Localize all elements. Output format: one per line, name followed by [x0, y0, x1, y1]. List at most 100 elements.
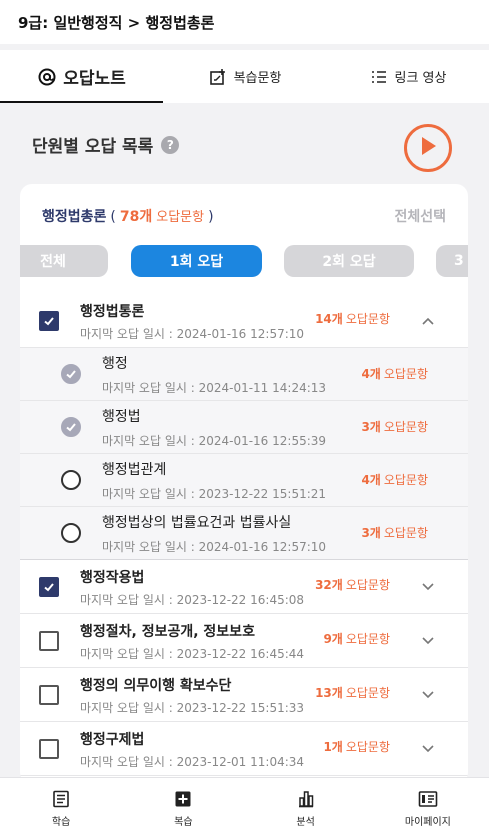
last-wrong-date: 마지막 오답 일시 : 2024-01-16 12:57:10 [102, 540, 327, 554]
unit-row[interactable]: 행정법통론마지막 오답 일시 : 2024-01-16 12:57:10 14개 오… [20, 294, 468, 348]
unit-title: 행정법상의 법률요건과 법률사실 [102, 515, 292, 531]
tab-label: 복습문항 [233, 71, 282, 86]
select-all-button[interactable]: 전체선택 [394, 206, 446, 226]
edit-plus-icon [208, 67, 228, 87]
unit-title: 행정법통론 [80, 304, 145, 320]
unit-row[interactable]: 행정의 의무이행 확보수단 마지막 오답 일시 : 2023-12-22 15:5… [20, 668, 468, 722]
chevron-down-icon[interactable] [418, 577, 438, 597]
total-count: 78개 [119, 209, 153, 225]
wrong-count-suffix: 오답문항 [345, 686, 390, 700]
radio-checked[interactable] [61, 364, 81, 384]
chevron-up-icon[interactable] [418, 311, 438, 331]
nav-analysis[interactable]: 분석 [245, 778, 367, 839]
wrong-count: 32개 오답문항 [315, 576, 390, 593]
wrong-answer-card: 행정법총론 ( 78개 오답문항 ) 전체선택 전체 1회 오답 2회 오답 3… [20, 184, 468, 784]
last-wrong-date: 마지막 오답 일시 : 2024-01-16 12:55:39 [102, 434, 327, 448]
checkbox-checked[interactable] [39, 577, 59, 597]
last-wrong-date: 마지막 오답 일시 : 2023-12-01 11:04:34 [80, 755, 305, 769]
last-wrong-date: 마지막 오답 일시 : 2023-12-22 16:45:44 [80, 647, 305, 661]
section-title-text: 단원별 오답 목록 [32, 137, 154, 157]
wrong-count-suffix: 오답문항 [383, 526, 428, 540]
wrong-count: 4개 오답문항 [361, 365, 428, 382]
nav-review[interactable]: 복습 [122, 778, 244, 839]
unit-list: 행정법통론 마지막 오답 일시 : 2024-01-16 12:57:10 14개 오… [20, 294, 468, 776]
tab-bar: 오답노트 복습문항 링크 영상 [0, 50, 489, 103]
wrong-count-number: 32개 [315, 578, 343, 592]
wrong-count-suffix: 오답문항 [345, 578, 390, 592]
filter-pills: 전체 1회 오답 2회 오답 3 [20, 245, 468, 277]
wrong-count: 1개 오답문항 [323, 738, 390, 755]
nav-mypage[interactable]: 마이페이지 [367, 778, 489, 839]
last-wrong-date: 마지막 오답 일시 : 2024-01-16 12:57:10 [80, 327, 305, 341]
filter-all[interactable]: 전체 [20, 245, 108, 277]
tab-review-questions[interactable]: 복습문항 [163, 50, 326, 103]
wrong-count: 9개 오답문항 [323, 630, 390, 647]
radio-unchecked[interactable] [61, 470, 81, 490]
checkbox-unchecked[interactable] [39, 631, 59, 651]
wrong-count-number: 14개 [315, 312, 343, 326]
book-icon [51, 789, 71, 809]
paren-open: ( [110, 209, 116, 225]
tab-label: 링크 영상 [394, 71, 447, 86]
checkbox-checked[interactable] [39, 311, 59, 331]
tab-label: 오답노트 [63, 69, 126, 89]
wrong-count: 13개 오답문항 [315, 684, 390, 701]
tab-wrong-notes[interactable]: 오답노트 [0, 50, 163, 103]
chevron-down-icon[interactable] [418, 631, 438, 651]
wrong-count: 4개 오답문항 [361, 471, 428, 488]
chevron-down-icon[interactable] [418, 685, 438, 705]
nav-label: 복습 [174, 817, 193, 828]
bottom-nav: 학습 복습 분석 마이페이지 [0, 777, 489, 839]
filter-first-wrong[interactable]: 1회 오답 [131, 245, 262, 277]
card-header: 행정법총론 ( 78개 오답문항 ) [42, 206, 214, 226]
filter-second-wrong[interactable]: 2회 오답 [284, 245, 414, 277]
wrong-count-number: 1개 [323, 740, 343, 754]
unit-title: 행정법 [102, 409, 141, 425]
wrong-count-suffix: 오답문항 [345, 632, 390, 646]
wrong-count: 3개 오답문항 [361, 418, 428, 435]
checkbox-unchecked[interactable] [39, 685, 59, 705]
breadcrumb-text: 9급: 일반행정직 > 행정법총론 [18, 13, 215, 32]
list-icon [369, 67, 389, 87]
nav-label: 학습 [51, 817, 71, 828]
wrong-count-suffix: 오답문항 [345, 740, 390, 754]
plus-box-icon [173, 789, 193, 809]
play-button[interactable] [404, 124, 452, 172]
paren-close: ) [208, 209, 214, 225]
subunit-row[interactable]: 행정 마지막 오답 일시 : 2024-01-11 14:24:13 4개 오답문항 [20, 348, 468, 401]
id-card-icon [418, 789, 438, 809]
chevron-down-icon[interactable] [418, 739, 438, 759]
wrong-count: 3개 오답문항 [361, 524, 428, 541]
wrong-count-number: 9개 [323, 632, 343, 646]
bar-chart-icon [296, 789, 316, 809]
wrong-count-number: 3개 [361, 526, 381, 540]
nav-label: 마이페이지 [404, 817, 451, 828]
wrong-count-number: 3개 [361, 420, 381, 434]
unit-row[interactable]: 행정작용법 마지막 오답 일시 : 2023-12-22 16:45:08 32개 오… [20, 560, 468, 614]
subunit-row[interactable]: 행정법마지막 오답 일시 : 2024-01-16 12:55:39 3개 오답문항 [20, 401, 468, 454]
total-count-suffix: 오답문항 [156, 210, 205, 225]
checkbox-unchecked[interactable] [39, 739, 59, 759]
unit-title: 행정절차, 정보공개, 정보보호 [80, 624, 255, 640]
radio-checked[interactable] [61, 417, 81, 437]
wrong-count-number: 4개 [361, 367, 381, 381]
unit-title: 행정의 의무이행 확보수단 [80, 678, 232, 694]
wrong-count-suffix: 오답문항 [383, 473, 428, 487]
section-title: 단원별 오답 목록 ? [32, 132, 180, 157]
help-icon[interactable]: ? [161, 135, 180, 154]
unit-title: 행정법관계 [102, 462, 167, 478]
tab-link-video[interactable]: 링크 영상 [326, 50, 489, 103]
filter-third-wrong[interactable]: 3 [436, 245, 468, 277]
unit-title: 행정 [102, 356, 128, 372]
unit-row[interactable]: 행정구제법 마지막 오답 일시 : 2023-12-01 11:04:34 1개 오답… [20, 722, 468, 776]
at-sign-icon [37, 67, 57, 87]
wrong-count-number: 4개 [361, 473, 381, 487]
subunit-row[interactable]: 행정법관계마지막 오답 일시 : 2023-12-22 15:51:21 4개 오답… [20, 454, 468, 507]
unit-row[interactable]: 행정절차, 정보공개, 정보보호마지막 오답 일시 : 2023-12-22 1… [20, 614, 468, 668]
last-wrong-date: 마지막 오답 일시 : 2023-12-22 15:51:21 [102, 487, 327, 501]
wrong-count-suffix: 오답문항 [345, 312, 390, 326]
nav-study[interactable]: 학습 [0, 778, 122, 839]
subunit-row[interactable]: 행정법상의 법률요건과 법률사실마지막 오답 일시 : 2024-01-16 1… [20, 507, 468, 560]
wrong-count-suffix: 오답문항 [383, 367, 428, 381]
radio-unchecked[interactable] [61, 523, 81, 543]
